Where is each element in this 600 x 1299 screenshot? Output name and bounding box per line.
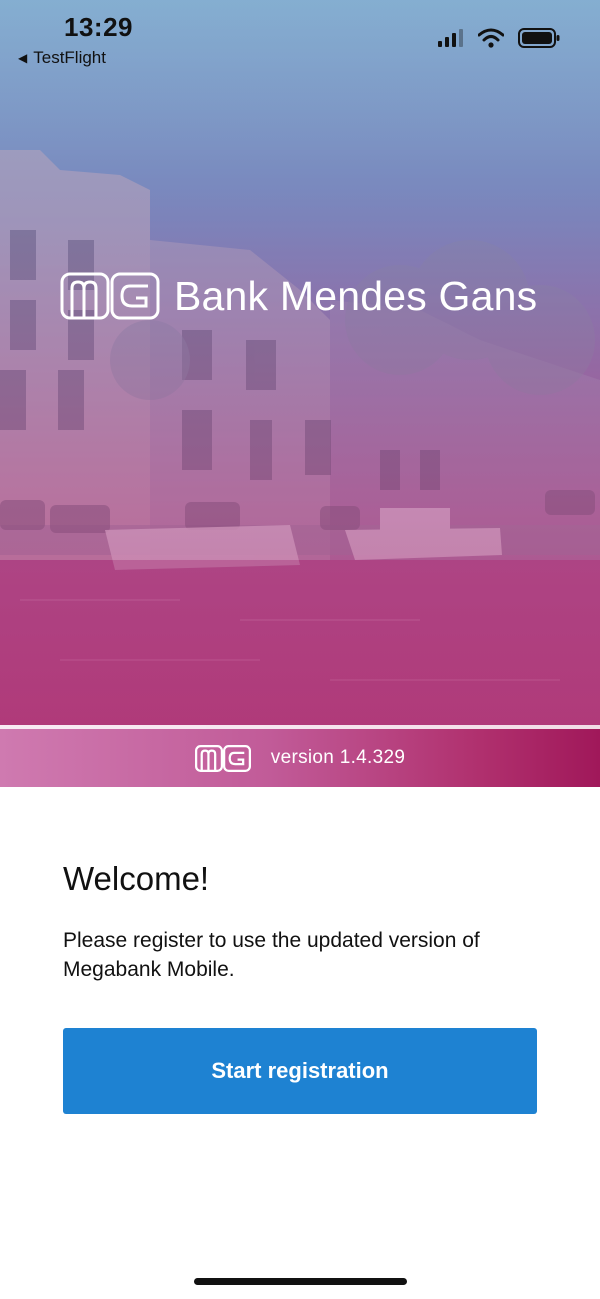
back-arrow-icon: ◀ <box>18 51 28 65</box>
version-bar: version 1.4.329 <box>0 725 600 787</box>
mg-small-logo-icon <box>194 744 251 772</box>
brand-name: Bank Mendes Gans <box>174 272 538 319</box>
back-to-app-link[interactable]: ◀ TestFlight <box>18 48 106 68</box>
welcome-title: Welcome! <box>63 860 210 897</box>
back-app-label: TestFlight <box>33 48 106 67</box>
hero-gradient-overlay <box>0 0 600 725</box>
home-indicator[interactable] <box>194 1278 407 1285</box>
version-text: version 1.4.329 <box>270 747 406 768</box>
cellular-signal-icon <box>438 29 463 47</box>
hero-banner: 13:29 ◀ TestFlight Bank Mendes Gans <box>0 0 600 725</box>
start-registration-button[interactable]: Start registration <box>63 1028 537 1114</box>
mg-logo-icon <box>60 272 160 320</box>
status-bar: 13:29 ◀ TestFlight <box>0 0 600 80</box>
brand-logo: Bank Mendes Gans <box>60 272 537 320</box>
status-time: 13:29 <box>64 12 133 42</box>
welcome-section: Welcome! Please register to use the upda… <box>63 860 537 984</box>
wifi-icon <box>478 28 504 48</box>
battery-icon <box>518 28 560 48</box>
status-icons <box>438 28 560 48</box>
welcome-message: Please register to use the updated versi… <box>63 929 480 981</box>
